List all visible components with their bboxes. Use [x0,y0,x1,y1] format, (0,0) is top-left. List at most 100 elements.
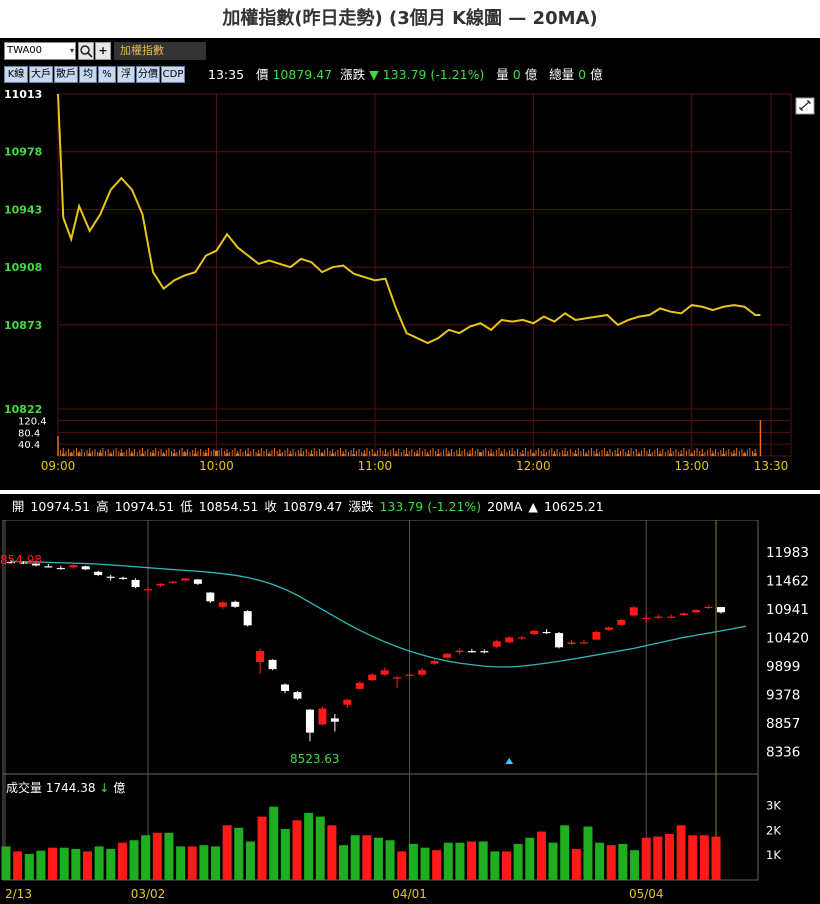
candle-body [330,718,339,722]
volume-unit: 億 [524,67,538,82]
volume-bar [618,843,628,880]
change-arrow-icon: ▼ [369,67,379,82]
candle [505,635,514,644]
candle-body [579,642,588,644]
link-icon[interactable] [795,97,815,115]
candle-body [193,579,202,584]
close-label: 收 [264,499,277,514]
volume-bar [269,806,279,880]
search-icon[interactable] [78,42,94,60]
volume-bar [117,842,127,880]
volume-bar [490,851,500,880]
candle-body [168,581,177,583]
volume-bar [478,841,488,880]
plus-icon[interactable]: + [95,42,111,60]
kline-chart: 11983 11462 10941 10420 9899 9378 8857 8336 3K 2… [0,520,809,901]
tab-4[interactable]: % [98,66,116,83]
x-tick-label: 2/13 [5,887,32,901]
volume-bar [222,825,232,880]
tab-0[interactable]: K線 [4,66,28,83]
close-value: 10879.47 [282,499,343,514]
candle-body [480,651,489,653]
symbol-input[interactable]: TWA00 ▾ [4,42,76,60]
chevron-down-icon[interactable]: ▾ [70,43,74,59]
volume-bar [106,848,116,880]
volume-bar [350,835,360,880]
candle [579,640,588,644]
candle [106,575,115,581]
candle [231,600,240,608]
candle [81,565,90,571]
plot-frame [57,93,792,457]
toolbar: TWA00 ▾ + 加權指數 [0,38,820,64]
volume-bar [36,850,46,880]
y-tick-label: 10908 [4,261,42,274]
volume-tick-label: 80.4 [18,428,40,439]
candle-body [704,606,713,608]
x-tick-label: 04/01 [392,887,427,901]
high-label: 高 [96,499,109,514]
candle [281,683,290,694]
candle-body [243,611,252,626]
tab-7[interactable]: CDP [161,66,185,83]
candle [131,578,140,589]
volume-bar [630,850,640,880]
candle [642,613,651,623]
volume-bar [304,812,314,880]
volume-bar [548,842,558,880]
volume-bar [13,851,23,880]
tab-3[interactable]: 均 [79,66,97,83]
tab-2[interactable]: 散戶 [54,66,78,83]
candle [69,564,78,569]
y-tick-label: 8336 [766,744,800,760]
y-tick-label: 10941 [766,602,809,618]
tab-5[interactable]: 浮 [117,66,135,83]
candle-body [517,637,526,639]
volume-bar [164,832,174,880]
candle [517,635,526,640]
volume-bar [257,816,267,880]
candle-body [218,602,227,607]
candle-body [56,567,65,570]
volume-bar [373,837,383,880]
volume-title: 成交量 1744.38 ↓ 億 [6,780,125,795]
candle-body [156,583,165,586]
candle [355,681,364,690]
volume-bar [362,835,372,880]
volume-bar [292,820,302,880]
y-tick-label: 10822 [4,403,42,416]
candle-body [667,616,676,618]
volume-bar [245,841,255,880]
volume-bar [560,825,570,880]
candle [343,698,352,709]
info-bar: K線 大戶 散戶均% 浮分價 CDP 13:35 價 10879.47 漲跌 ▼ 133… [0,64,820,86]
volume-bar [71,848,81,880]
quote-time: 13:35 [208,67,245,82]
ma-value: 10625.21 [544,499,604,514]
tab-6[interactable]: 分價 [136,66,160,83]
change-label: 漲跌 [340,67,366,82]
candle [119,576,128,580]
candle-body [106,576,115,578]
volume-bar [676,825,686,880]
x-tick-label: 09:00 [41,459,76,473]
candle-body [505,637,514,643]
high-annotation: 854.98 [0,553,42,567]
candle-body [144,589,153,591]
volume-bar [571,848,581,880]
candle-body [69,565,78,568]
volume-bar [141,835,151,880]
kchange-label: 漲跌 [348,499,374,514]
intraday-chart: 11013 10978 10943 10908 10873 10822 120.480.4… [4,88,815,473]
volume-bar [536,831,546,880]
y-tick-label: 11983 [766,545,809,561]
volume-bar [711,836,721,880]
candle-body [131,579,140,588]
tab-1[interactable]: 大戶 [29,66,53,83]
candle-body [94,571,103,576]
marker-triangle-icon [505,758,514,764]
volume-bar [699,835,709,880]
candle [243,610,252,627]
candle [654,614,663,619]
candle-body [281,684,290,692]
